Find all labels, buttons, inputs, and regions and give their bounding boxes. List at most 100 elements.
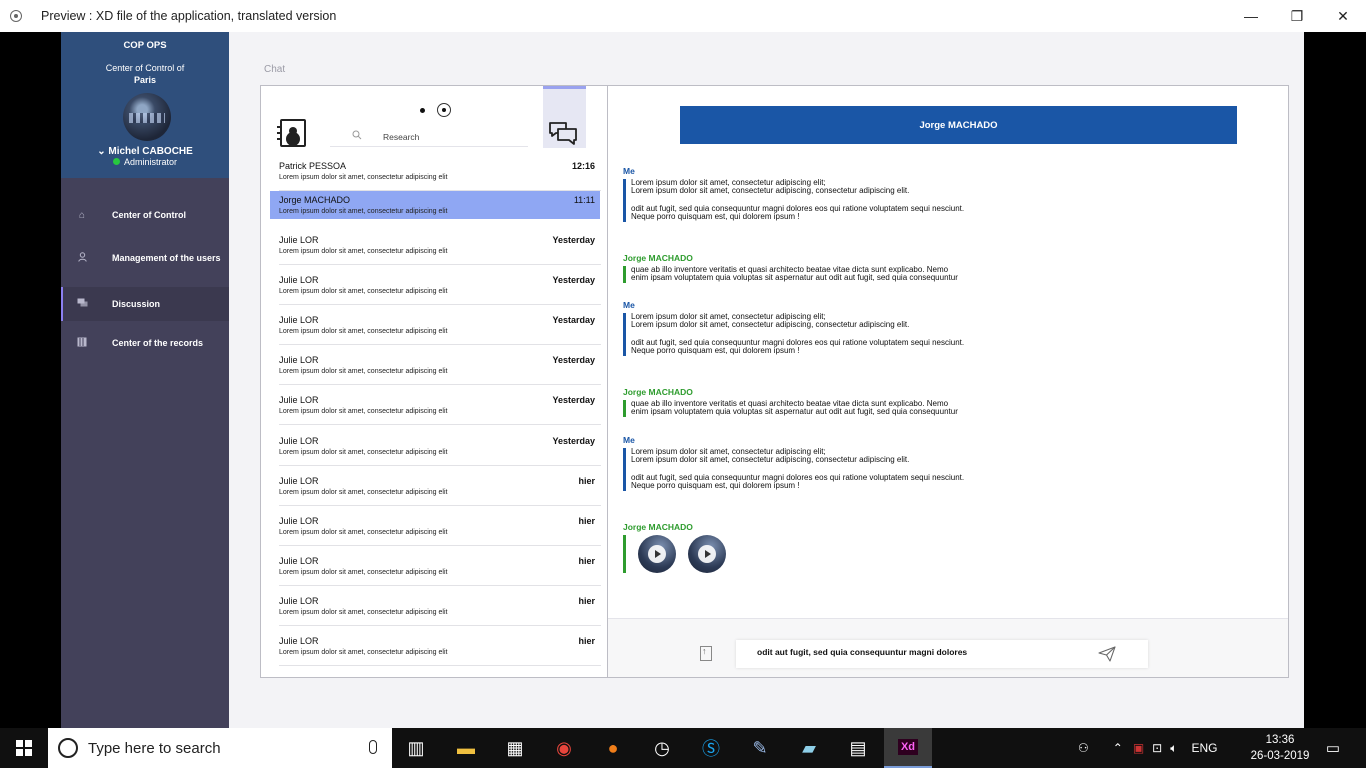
close-button[interactable]: ✕ (1320, 0, 1366, 32)
sidebar-header: COP OPS Center of Control of Paris ⌄ Mic… (61, 32, 229, 178)
pager-dot[interactable] (420, 107, 425, 113)
skype-button[interactable]: Ⓢ (687, 728, 735, 768)
message-body: Lorem ipsum dolor sit amet, consectetur … (623, 178, 964, 222)
conversation-header: Jorge MACHADO (680, 106, 1237, 144)
window-titlebar: Preview : XD file of the application, tr… (0, 0, 1366, 32)
nav-item-management-of-users[interactable]: Management of the users (61, 241, 229, 275)
conversation-item[interactable]: Julie LOR hier Lorem ipsum dolor sit amet,… (270, 512, 601, 546)
store-button[interactable]: ▦ (491, 728, 539, 768)
chat-bubbles-icon (549, 122, 577, 145)
chat-panel: Patrick PESSOA 12:16 Lorem ipsum dolor sit… (260, 85, 1289, 678)
message-input[interactable] (757, 647, 1087, 657)
pager-dot-active[interactable] (437, 103, 451, 117)
notes-button[interactable]: ▰ (785, 728, 833, 768)
alarm-button[interactable]: ◷ (638, 728, 686, 768)
conversation-item[interactable]: Julie LOR Yestarday Lorem ipsum dolor sit … (270, 311, 601, 345)
message-outgoing: Me Lorem ipsum dolor sit amet, consectetu… (623, 166, 964, 222)
conversation-preview: Lorem ipsum dolor sit amet, consectetur … (279, 529, 448, 536)
send-icon[interactable] (1098, 646, 1116, 662)
conversation-preview: Lorem ipsum dolor sit amet, consectetur … (279, 248, 448, 255)
chevron-up-icon[interactable]: ⌃ (1113, 741, 1123, 755)
network-icon[interactable]: ⊡ (1152, 741, 1162, 755)
nav-item-center-of-records[interactable]: Center of the records (61, 326, 229, 360)
attach-file-icon[interactable] (700, 646, 712, 661)
online-status-icon (112, 158, 120, 165)
conversation-preview: Lorem ipsum dolor sit amet, consectetur … (279, 649, 448, 656)
conversation-item[interactable]: Julie LOR Yesterday Lorem ipsum dolor sit … (270, 351, 601, 385)
conversation-name: Jorge MACHADO (279, 195, 351, 205)
message-body: quae ab illo inventore veritatis et quas… (623, 265, 958, 283)
conversation-item[interactable]: Julie LOR Yesterday Lorem ipsum dolor sit … (270, 391, 601, 425)
message-incoming: Jorge MACHADO quae ab illo inventore veri… (623, 253, 958, 283)
avatar[interactable] (123, 93, 171, 141)
nav-item-center-of-control[interactable]: ⌂ Center of Control (61, 198, 229, 232)
conversation-item[interactable]: Julie LOR Yesterday Lorem ipsum dolor sit … (270, 231, 601, 265)
conversation-preview: Lorem ipsum dolor sit amet, consectetur … (279, 489, 448, 496)
chrome-button[interactable]: ◉ (540, 728, 588, 768)
restore-button[interactable]: ❐ (1274, 0, 1320, 32)
notification-icon: ▭ (1325, 740, 1341, 757)
user-role: Administrator (61, 157, 229, 167)
chrome-icon: ◉ (556, 737, 572, 758)
divider (279, 264, 601, 265)
message-author: Jorge MACHADO (623, 387, 693, 397)
conversation-time: 12:16 (571, 161, 595, 171)
nav-label: Discussion (112, 299, 161, 309)
taskbar-search[interactable]: Type here to search (48, 728, 392, 768)
nav-item-discussion[interactable]: Discussion (61, 287, 229, 321)
action-center-button[interactable]: ▭ (1310, 728, 1356, 768)
volume-icon[interactable]: 🔈︎ (1170, 741, 1177, 756)
conversation-name: Julie LOR (279, 516, 319, 526)
play-icon (698, 545, 716, 563)
paint-icon: ✎ (752, 737, 768, 758)
nav-label: Center of Control (112, 210, 186, 220)
video-attachment[interactable] (638, 535, 676, 573)
conversation-name: Julie LOR (279, 436, 319, 446)
firefox-button[interactable]: ● (589, 728, 637, 768)
search-input[interactable] (383, 131, 513, 142)
task-view-button[interactable]: ▥ (392, 728, 440, 768)
message-paragraph: Lorem ipsum dolor sit amet, consectetur … (631, 312, 910, 330)
people-icon[interactable]: ⚇ (1078, 741, 1089, 755)
conversation-item[interactable]: Julie LOR Yesterday Lorem ipsum dolor sit … (270, 432, 601, 466)
divider (279, 625, 601, 626)
conversation-time: hier (578, 596, 595, 606)
skype-icon: Ⓢ (702, 739, 720, 759)
taskbar-clock[interactable]: 13:36 26-03-2019 (1250, 732, 1310, 764)
minimize-button[interactable]: — (1228, 0, 1274, 32)
app-tray-icon[interactable]: ▣ (1133, 741, 1144, 755)
microphone-icon[interactable] (369, 740, 377, 754)
language-indicator[interactable]: ENG (1191, 741, 1217, 755)
notes-icon: ▰ (802, 737, 816, 758)
divider (279, 585, 601, 586)
paint-button[interactable]: ✎ (736, 728, 784, 768)
cortana-icon (58, 738, 78, 758)
media-attachments (631, 535, 726, 573)
conversation-item[interactable]: Julie LOR hier Lorem ipsum dolor sit amet,… (270, 592, 601, 626)
adobe-xd-button[interactable]: Xd (884, 728, 932, 768)
user-menu[interactable]: ⌄ Michel CABOCHE (61, 146, 229, 157)
conversation-item[interactable]: Jorge MACHADO 11:11 Lorem ipsum dolor sit … (270, 191, 600, 219)
divider (279, 505, 601, 506)
conversation-item[interactable]: Julie LOR hier Lorem ipsum dolor sit amet,… (270, 552, 601, 586)
start-button[interactable] (0, 728, 48, 768)
tab-chat[interactable] (543, 86, 586, 148)
clock-date: 26-03-2019 (1250, 750, 1310, 762)
message-paragraph: Lorem ipsum dolor sit amet, consectetur … (631, 447, 910, 465)
conversation-item[interactable]: Julie LOR hier Lorem ipsum dolor sit amet,… (270, 632, 601, 666)
conversation-time: Yesterday (552, 395, 595, 405)
message-author: Jorge MACHADO (623, 253, 693, 263)
message-paragraph: quae ab illo inventore veritatis et quas… (631, 399, 958, 417)
conversation-item[interactable]: Julie LOR Yesterday Lorem ipsum dolor sit … (270, 271, 601, 305)
file-explorer-button[interactable]: ▬ (442, 728, 490, 768)
video-attachment[interactable] (688, 535, 726, 573)
contacts-book-icon[interactable] (277, 119, 306, 147)
nav-label: Center of the records (112, 338, 204, 348)
conversation-name: Julie LOR (279, 235, 319, 245)
conversation-item[interactable]: Julie LOR hier Lorem ipsum dolor sit amet,… (270, 472, 601, 506)
calculator-button[interactable]: ▤ (834, 728, 882, 768)
conversation-item[interactable]: Patrick PESSOA 12:16 Lorem ipsum dolor sit… (270, 157, 601, 191)
search-icon (352, 130, 362, 143)
sidebar: COP OPS Center of Control of Paris ⌄ Mic… (61, 32, 229, 728)
search-bar (330, 127, 528, 147)
